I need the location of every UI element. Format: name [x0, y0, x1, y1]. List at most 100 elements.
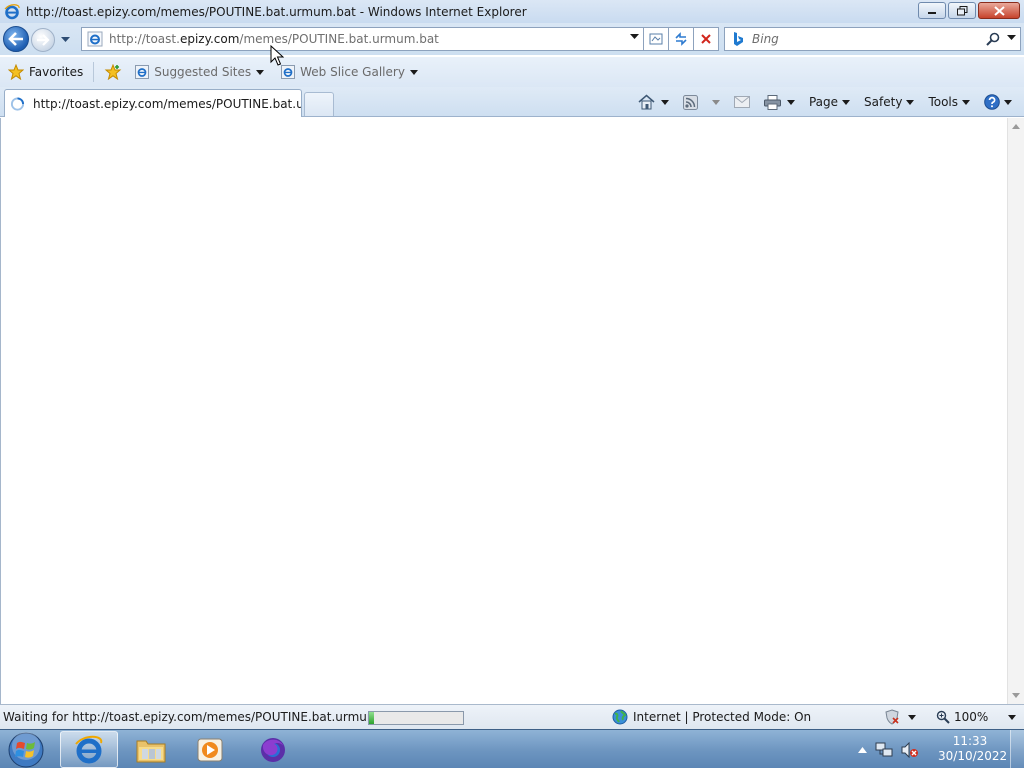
star-icon	[8, 64, 24, 80]
new-tab-button[interactable]	[304, 92, 334, 116]
help-icon	[984, 94, 1000, 110]
taskbar-windows-explorer[interactable]	[122, 731, 180, 768]
mouse-cursor-icon	[270, 45, 284, 66]
back-button[interactable]	[3, 26, 29, 52]
mail-icon	[733, 96, 750, 108]
chevron-down-icon[interactable]	[660, 99, 669, 105]
windows-logo-icon	[8, 731, 44, 767]
home-button[interactable]	[634, 91, 673, 113]
ie-logo-icon	[75, 735, 103, 763]
status-bar: Waiting for http://toast.epizy.com/memes…	[0, 704, 1024, 729]
search-placeholder: Bing	[752, 32, 779, 46]
taskbar-firefox[interactable]	[244, 731, 302, 768]
window-title: http://toast.epizy.com/memes/POUTINE.bat…	[26, 4, 527, 19]
chevron-down-icon[interactable]	[1004, 99, 1012, 105]
page-menu-label: Page	[808, 95, 839, 109]
ie-logo-icon	[4, 3, 20, 19]
clock-time: 11:33	[952, 734, 988, 748]
printer-icon	[763, 94, 781, 110]
progress-fill	[369, 712, 374, 724]
minimize-button[interactable]	[918, 2, 946, 19]
zoom-button[interactable]: 100%	[936, 710, 1017, 724]
refresh-button[interactable]	[669, 27, 694, 51]
back-arrow-icon	[8, 32, 23, 46]
feeds-button[interactable]	[679, 91, 724, 113]
chevron-down-icon[interactable]	[630, 34, 639, 40]
close-icon	[993, 5, 1005, 16]
window-controls	[916, 2, 1020, 19]
compatibility-view-button[interactable]	[644, 27, 669, 51]
ie-page-icon	[281, 65, 296, 79]
tab-active[interactable]: http://toast.epizy.com/memes/POUTINE.bat…	[4, 89, 302, 117]
compatibility-view-icon	[649, 33, 663, 45]
page-content[interactable]	[0, 118, 1024, 704]
tools-menu-button[interactable]: Tools	[924, 91, 974, 113]
recent-pages-dropdown[interactable]	[59, 34, 71, 46]
command-bar: Page Safety Tools	[634, 91, 1016, 113]
system-tray	[858, 736, 927, 764]
volume-muted-icon[interactable]	[901, 742, 919, 758]
add-favorite-icon	[104, 64, 122, 80]
search-box[interactable]: Bing	[724, 27, 1021, 51]
vertical-scrollbar[interactable]	[1007, 118, 1024, 704]
forward-button[interactable]	[31, 28, 55, 52]
rss-icon	[682, 94, 698, 110]
clock[interactable]: 11:33 30/10/2022	[938, 734, 1008, 764]
suggested-sites-label: Suggested Sites	[154, 65, 252, 79]
address-bar[interactable]: http://toast.epizy.com/memes/POUTINE.bat…	[81, 27, 644, 51]
refresh-icon	[675, 32, 687, 46]
chevron-down-icon	[409, 69, 418, 75]
stop-button[interactable]	[694, 27, 719, 51]
bing-logo-icon	[734, 32, 743, 46]
firefox-icon	[261, 737, 285, 762]
chevron-down-icon	[908, 714, 916, 720]
scroll-down-icon[interactable]	[1012, 693, 1020, 698]
stop-icon	[701, 34, 711, 44]
restore-icon	[956, 5, 967, 15]
show-desktop-button[interactable]	[1010, 730, 1024, 768]
restore-button[interactable]	[948, 2, 976, 19]
forward-arrow-icon	[37, 34, 50, 46]
zoom-level: 100%	[954, 710, 989, 724]
security-zone[interactable]: Internet | Protected Mode: On	[612, 709, 811, 725]
close-window-button[interactable]	[978, 2, 1020, 19]
chevron-down-icon[interactable]	[711, 99, 720, 105]
loading-spinner-icon	[10, 96, 25, 111]
show-hidden-icons-icon[interactable]	[858, 747, 867, 753]
web-slice-gallery-button[interactable]: Web Slice Gallery	[277, 60, 427, 84]
taskbar-media-player[interactable]	[182, 731, 240, 768]
favorites-bar: Favorites Suggested Sites Web Slice Gall…	[0, 57, 1024, 87]
help-button[interactable]	[980, 91, 1016, 113]
address-url[interactable]: http://toast.epizy.com/memes/POUTINE.bat…	[109, 32, 439, 46]
security-zone-label: Internet | Protected Mode: On	[633, 710, 812, 724]
magnifier-icon[interactable]	[986, 32, 1000, 46]
scroll-up-icon[interactable]	[1012, 124, 1020, 129]
chevron-down-icon[interactable]	[1007, 35, 1016, 41]
chevron-down-icon	[60, 37, 70, 42]
tab-bar: http://toast.epizy.com/memes/POUTINE.bat…	[0, 87, 1024, 117]
read-mail-button[interactable]	[730, 91, 754, 113]
favorites-button[interactable]: Favorites	[4, 60, 87, 84]
divider	[93, 62, 95, 82]
suggested-sites-button[interactable]: Suggested Sites	[131, 60, 273, 84]
tab-title: http://toast.epizy.com/memes/POUTINE.bat…	[33, 96, 301, 111]
taskbar-internet-explorer[interactable]	[60, 731, 118, 768]
start-button[interactable]	[4, 731, 48, 768]
home-icon	[638, 94, 655, 110]
navigation-bar: http://toast.epizy.com/memes/POUTINE.bat…	[0, 23, 1024, 55]
title-bar: http://toast.epizy.com/memes/POUTINE.bat…	[0, 0, 1024, 23]
favorites-label: Favorites	[29, 65, 84, 79]
safety-menu-button[interactable]: Safety	[860, 91, 918, 113]
print-button[interactable]	[760, 91, 799, 113]
page-menu-button[interactable]: Page	[805, 91, 854, 113]
network-icon[interactable]	[875, 742, 893, 758]
add-to-favorites-bar-button[interactable]	[100, 60, 131, 84]
minimize-icon	[928, 11, 936, 14]
globe-icon	[612, 709, 628, 725]
chevron-down-icon[interactable]	[786, 99, 795, 105]
chevron-down-icon	[256, 69, 265, 75]
zoom-icon	[936, 710, 950, 724]
clock-date: 30/10/2022	[938, 749, 1008, 763]
protected-mode-button[interactable]	[884, 709, 916, 725]
folder-icon	[136, 740, 166, 762]
